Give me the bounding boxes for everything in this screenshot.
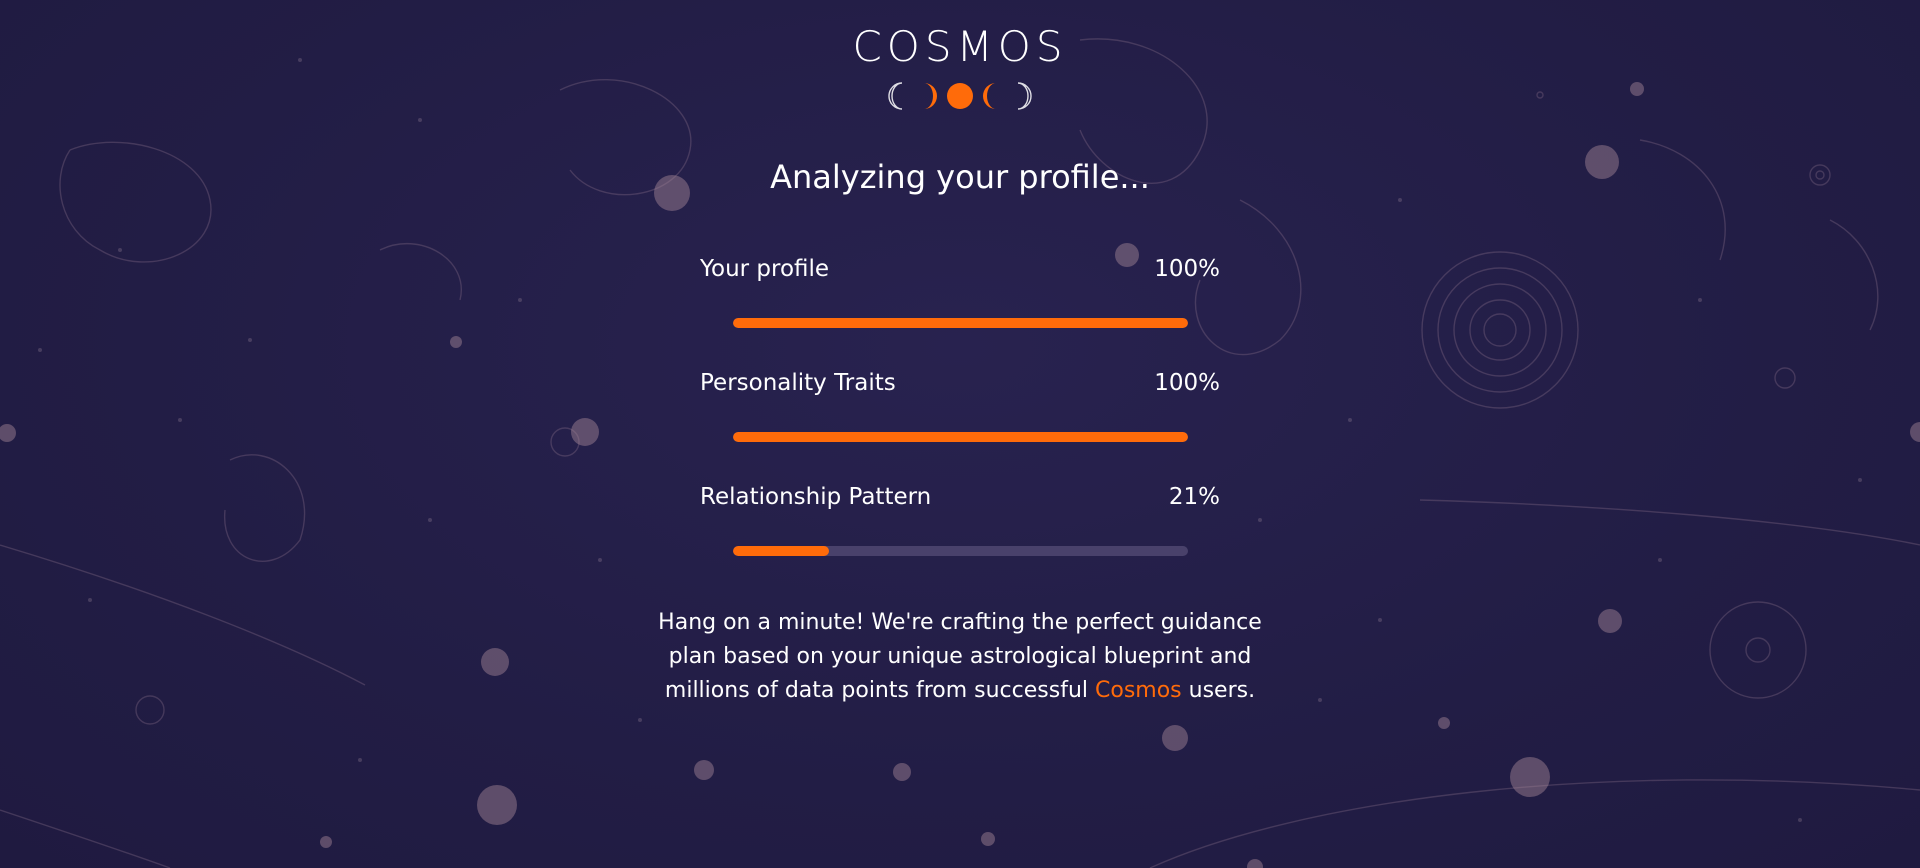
brand-name-highlight: Cosmos xyxy=(1095,678,1182,703)
progress-bar xyxy=(733,546,1188,556)
progress-bar xyxy=(733,318,1188,328)
loading-message: Hang on a minute! We're crafting the per… xyxy=(640,606,1280,708)
loading-page: COSMOS Analyzing your profile... Your pr… xyxy=(0,0,1920,868)
progress-label: Relationship Pattern xyxy=(700,484,932,510)
moon-phases-icon xyxy=(888,82,1032,110)
progress-percent: 21% xyxy=(1168,484,1220,510)
progress-bar xyxy=(733,432,1188,442)
progress-percent: 100% xyxy=(1154,370,1220,396)
progress-bar-fill xyxy=(733,432,1188,442)
progress-label: Your profile xyxy=(700,256,830,282)
progress-label: Personality Traits xyxy=(700,370,896,396)
progress-percent: 100% xyxy=(1154,256,1220,282)
message-text-end: users. xyxy=(1181,678,1256,703)
loading-content: COSMOS Analyzing your profile... Your pr… xyxy=(0,0,1920,868)
progress-bar-fill xyxy=(733,546,829,556)
page-title: Analyzing your profile... xyxy=(770,158,1150,196)
cosmos-logo: COSMOS xyxy=(852,22,1068,71)
progress-bar-fill xyxy=(733,318,1188,328)
